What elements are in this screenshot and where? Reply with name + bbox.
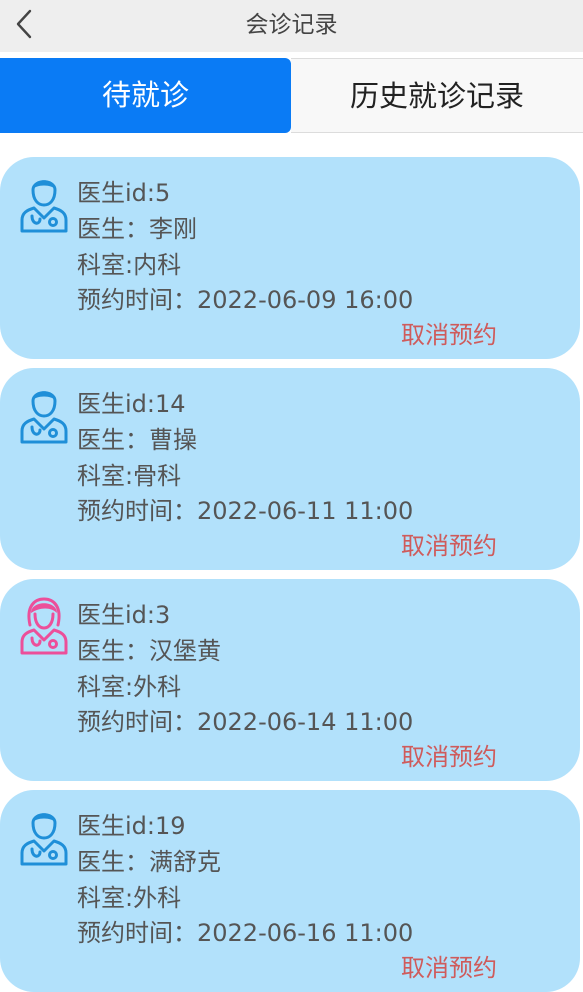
department: 科室:外科	[77, 673, 182, 701]
appointment-time: 预约时间：2022-06-16 11:00	[77, 919, 414, 947]
male-doctor-icon	[20, 391, 68, 444]
nav-bar: 会诊记录	[0, 0, 583, 52]
appointment-time: 预约时间：2022-06-14 11:00	[77, 708, 414, 736]
male-doctor-icon	[20, 813, 68, 866]
appointment-time: 预约时间：2022-06-09 16:00	[77, 286, 414, 314]
doctor-id: 医生id:3	[77, 601, 171, 629]
tab-bar: 待就诊 历史就诊记录	[0, 58, 583, 133]
appointment-time: 预约时间：2022-06-11 11:00	[77, 497, 414, 525]
cancel-appointment-button[interactable]: 取消预约	[401, 317, 497, 353]
doctor-name: 医生：李刚	[77, 215, 197, 243]
cancel-appointment-button[interactable]: 取消预约	[401, 950, 497, 986]
department: 科室:外科	[77, 884, 182, 912]
doctor-name: 医生：曹操	[77, 426, 197, 454]
doctor-name: 医生：满舒克	[77, 848, 221, 876]
appointment-card: 医生id:3 医生：汉堡黄 科室:外科 预约时间：2022-06-14 11:0…	[0, 579, 580, 781]
doctor-id: 医生id:19	[77, 812, 186, 840]
male-doctor-icon	[20, 180, 68, 233]
page-title: 会诊记录	[245, 12, 338, 38]
appointment-card: 医生id:14 医生：曹操 科室:骨科 预约时间：2022-06-11 11:0…	[0, 368, 580, 570]
appointment-card: 医生id:5 医生：李刚 科室:内科 预约时间：2022-06-09 16:00…	[0, 157, 580, 359]
cancel-appointment-button[interactable]: 取消预约	[401, 739, 497, 775]
doctor-id: 医生id:5	[77, 179, 171, 207]
doctor-name: 医生：汉堡黄	[77, 637, 221, 665]
tab-history[interactable]: 历史就诊记录	[291, 58, 583, 133]
cancel-appointment-button[interactable]: 取消预约	[401, 528, 497, 564]
appointment-card: 医生id:19 医生：满舒克 科室:外科 预约时间：2022-06-16 11:…	[0, 790, 580, 992]
female-doctor-icon	[20, 597, 68, 655]
tab-pending[interactable]: 待就诊	[0, 58, 291, 133]
doctor-id: 医生id:14	[77, 390, 186, 418]
department: 科室:骨科	[77, 462, 182, 490]
department: 科室:内科	[77, 251, 182, 279]
